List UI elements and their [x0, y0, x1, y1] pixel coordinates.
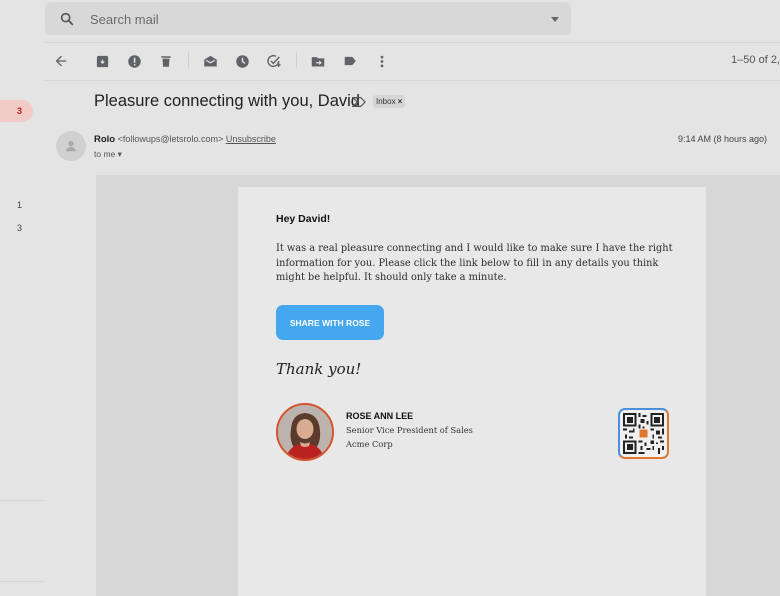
add-task-button[interactable] — [264, 51, 284, 71]
unsubscribe-link[interactable]: Unsubscribe — [226, 134, 276, 144]
toolbar-separator — [296, 52, 297, 68]
nav-divider — [0, 500, 45, 501]
nav-divider — [0, 581, 45, 582]
archive-icon — [96, 55, 108, 67]
toolbar-separator — [188, 52, 189, 68]
nav-item-count: 3 — [17, 223, 23, 233]
add-task-icon — [267, 55, 281, 68]
inbox-label-text: Inbox — [376, 97, 396, 106]
toolbar-divider — [45, 80, 780, 81]
inbox-label-chip: Inbox × — [373, 95, 406, 108]
sender-line: Rolo <followups@letsrolo.com> Unsubscrib… — [94, 134, 276, 145]
mark-unread-button[interactable] — [200, 51, 220, 71]
labels-button[interactable] — [340, 51, 360, 71]
signature-title: Senior Vice President of Sales — [346, 425, 473, 435]
arrow-back-icon — [55, 55, 67, 67]
pagination-text: 1–50 of 2, — [731, 54, 780, 66]
email-subject: Pleasure connecting with you, David — [94, 92, 360, 110]
back-button[interactable] — [51, 51, 71, 71]
qr-code[interactable] — [618, 408, 669, 459]
delete-button[interactable] — [156, 51, 176, 71]
report-spam-icon — [127, 54, 141, 68]
signoff-text: Thank you! — [276, 360, 362, 378]
person-icon — [65, 141, 77, 152]
signature-name: ROSE ANN LEE — [346, 411, 414, 421]
signature-company: Acme Corp — [346, 439, 393, 449]
recipient-details-toggle[interactable]: to me ▾ — [94, 149, 122, 160]
search-input[interactable] — [90, 8, 510, 30]
sender-avatar[interactable] — [56, 131, 86, 161]
search-options-icon[interactable] — [550, 14, 560, 24]
portrait-image — [278, 405, 332, 459]
archive-button[interactable] — [92, 51, 112, 71]
mark-unread-icon — [203, 55, 217, 66]
more-icon — [380, 55, 384, 67]
search-bar[interactable] — [45, 2, 571, 35]
sender-email: <followups@letsrolo.com> — [117, 134, 224, 144]
qr-code-icon — [623, 413, 664, 454]
important-marker-icon[interactable] — [352, 96, 366, 108]
labels-icon — [344, 56, 356, 66]
sender-name[interactable]: Rolo — [94, 134, 115, 145]
snooze-button[interactable] — [232, 51, 252, 71]
move-to-button[interactable] — [308, 51, 328, 71]
email-greeting: Hey David! — [276, 213, 331, 225]
email-message: It was a real pleasure connecting and I … — [276, 243, 673, 283]
nav-inbox-unread-count: 3 — [17, 106, 23, 116]
nav-item-count: 1 — [17, 200, 23, 210]
header-divider — [45, 42, 780, 43]
email-timestamp: 9:14 AM (8 hours ago) — [677, 134, 767, 144]
delete-icon — [161, 55, 171, 67]
share-with-rose-button[interactable]: SHARE WITH ROSE — [276, 305, 384, 340]
report-spam-button[interactable] — [124, 51, 144, 71]
snooze-icon — [235, 54, 249, 68]
move-to-icon — [311, 56, 325, 66]
search-icon[interactable] — [59, 11, 75, 27]
remove-label-icon[interactable]: × — [398, 97, 403, 106]
more-button[interactable] — [372, 51, 392, 71]
signature-photo — [276, 403, 334, 461]
